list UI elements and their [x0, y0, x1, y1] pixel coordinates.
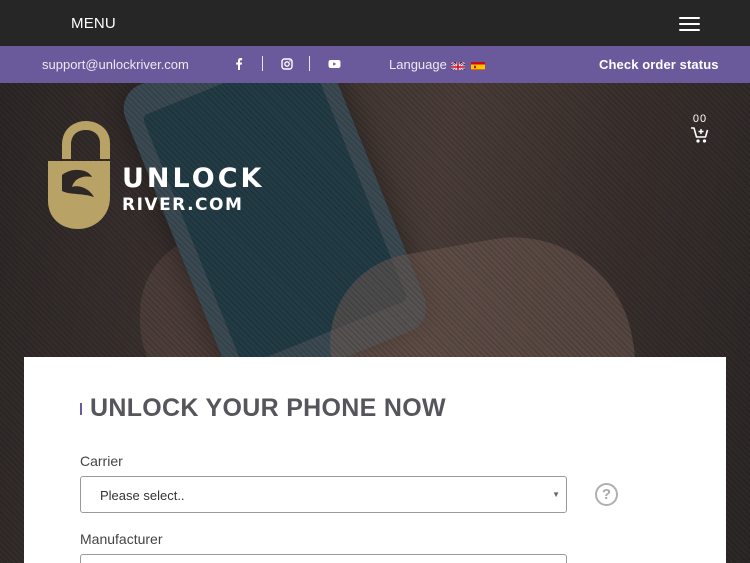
- cart-count: 00: [692, 113, 708, 125]
- facebook-icon[interactable]: [232, 57, 246, 71]
- carrier-select-value: Please select..: [100, 488, 185, 503]
- cart-button[interactable]: 00: [690, 113, 710, 149]
- cart-icon: [691, 127, 709, 143]
- check-order-status-link[interactable]: Check order status: [599, 57, 719, 72]
- spain-flag-icon[interactable]: [471, 60, 485, 70]
- unlock-form-card: UNLOCK YOUR PHONE NOW Carrier Please sel…: [24, 357, 726, 563]
- padlock-icon: [48, 121, 110, 229]
- language-label: Language: [389, 57, 447, 72]
- site-logo[interactable]: UNLOCK RIVER.COM: [48, 121, 261, 231]
- logo-text-river: RIVER.COM: [122, 195, 244, 215]
- title-accent: [80, 403, 82, 415]
- carrier-help-icon[interactable]: ?: [595, 483, 618, 506]
- top-nav: MENU: [0, 0, 750, 46]
- uk-flag-icon[interactable]: [451, 60, 465, 70]
- logo-text-unlock: UNLOCK: [122, 163, 265, 194]
- hero-banner: UNLOCK RIVER.COM 00 UNLOCK YOUR PHONE NO…: [0, 83, 750, 563]
- hamburger-icon[interactable]: [679, 17, 700, 31]
- menu-button[interactable]: MENU: [71, 15, 116, 32]
- manufacturer-select[interactable]: [80, 554, 567, 563]
- form-title: UNLOCK YOUR PHONE NOW: [90, 394, 446, 422]
- manufacturer-label: Manufacturer: [80, 531, 163, 547]
- support-email-link[interactable]: support@unlockriver.com: [42, 57, 189, 72]
- carrier-select[interactable]: Please select.. ▼: [80, 476, 567, 513]
- divider: [262, 56, 263, 71]
- carrier-label: Carrier: [80, 453, 123, 469]
- youtube-icon[interactable]: [327, 57, 341, 71]
- chevron-down-icon: ▼: [552, 490, 560, 499]
- instagram-icon[interactable]: [280, 57, 294, 71]
- info-bar: support@unlockriver.com Language Check o…: [0, 46, 750, 83]
- divider: [309, 56, 310, 71]
